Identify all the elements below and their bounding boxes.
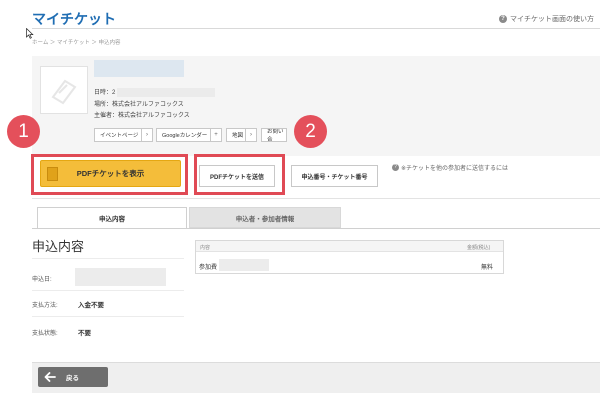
callout-badge-2: 2: [294, 115, 327, 148]
section-divider: [32, 198, 600, 199]
payment-method-value: 入金不要: [78, 302, 104, 309]
event-venue: 場所：株式会社アルファコックス: [94, 102, 184, 108]
arrow-left-icon: [44, 372, 56, 382]
share-note-label: ※チケットを他の参加者に送信するには: [401, 166, 509, 172]
header-divider: [32, 28, 600, 29]
table-row-amount: 無料: [481, 265, 494, 271]
application-number-button[interactable]: 申込番号・チケット番号: [291, 165, 378, 187]
table-header-amount: 金額(税込): [467, 245, 491, 251]
event-page-link[interactable]: イベントページ ›: [94, 128, 153, 142]
detail-divider: [32, 316, 184, 317]
share-note[interactable]: ? ※チケットを他の参加者に送信するには: [392, 163, 508, 172]
detail-divider: [32, 290, 184, 291]
question-icon: ?: [392, 164, 399, 171]
back-button[interactable]: 戻る: [38, 367, 108, 387]
fee-table-header: [196, 241, 503, 252]
footer-bar: [32, 362, 600, 393]
question-icon: ?: [499, 15, 507, 23]
tab-divider: [32, 228, 600, 229]
pdf-send-button[interactable]: PDFチケットを送信: [199, 165, 275, 187]
event-organizer: 主催者：株式会社アルファコックス: [94, 113, 190, 119]
back-button-label: 戻る: [66, 375, 79, 382]
tab-applicant-info[interactable]: 申込者・参加者情報: [189, 207, 341, 228]
chevron-right-icon: ›: [141, 129, 152, 141]
table-row-item-redacted: [219, 259, 269, 271]
contact-link[interactable]: お問い合: [261, 128, 287, 142]
tab-application-details[interactable]: 申込内容: [37, 207, 187, 228]
help-link[interactable]: ? マイチケット画面の使い方: [499, 14, 594, 24]
application-date-redacted: [75, 268, 166, 286]
details-heading: 申込内容: [32, 239, 85, 254]
payment-method-label: 支払方法:: [32, 303, 58, 309]
callout-badge-1: 1: [7, 115, 40, 148]
map-link-label: 地図: [232, 133, 244, 139]
date-redacted: [117, 87, 216, 97]
pdf-show-button-label: PDFチケットを表示: [76, 169, 145, 178]
event-name-redacted: [94, 60, 184, 77]
help-link-label: マイチケット画面の使い方: [510, 16, 594, 23]
ticket-thumbnail: [40, 66, 88, 114]
application-date-label: 申込日:: [32, 277, 52, 283]
google-calendar-link[interactable]: Googleカレンダー +: [156, 128, 222, 142]
google-calendar-link-label: Googleカレンダー: [162, 133, 208, 139]
contact-link-label: お問い合: [267, 129, 284, 142]
payment-status-value: 不要: [78, 330, 91, 337]
ticket-icon: [51, 79, 77, 105]
table-header-item: 内容: [200, 245, 211, 251]
payment-status-label: 支払状態:: [32, 331, 58, 337]
event-date: 日時：2: [94, 87, 216, 97]
detail-divider: [32, 258, 184, 259]
page-title: マイチケット: [32, 11, 116, 27]
document-icon: [47, 167, 58, 181]
event-page-link-label: イベントページ: [100, 133, 139, 139]
breadcrumb[interactable]: ホーム ＞ マイチケット ＞ 申込内容: [32, 38, 120, 46]
plus-icon: +: [210, 129, 221, 141]
map-link[interactable]: 地図 ›: [226, 128, 257, 142]
chevron-right-icon: ›: [245, 129, 256, 141]
table-row-item: 参加費: [199, 265, 218, 271]
pdf-show-button[interactable]: PDFチケットを表示: [40, 160, 181, 187]
